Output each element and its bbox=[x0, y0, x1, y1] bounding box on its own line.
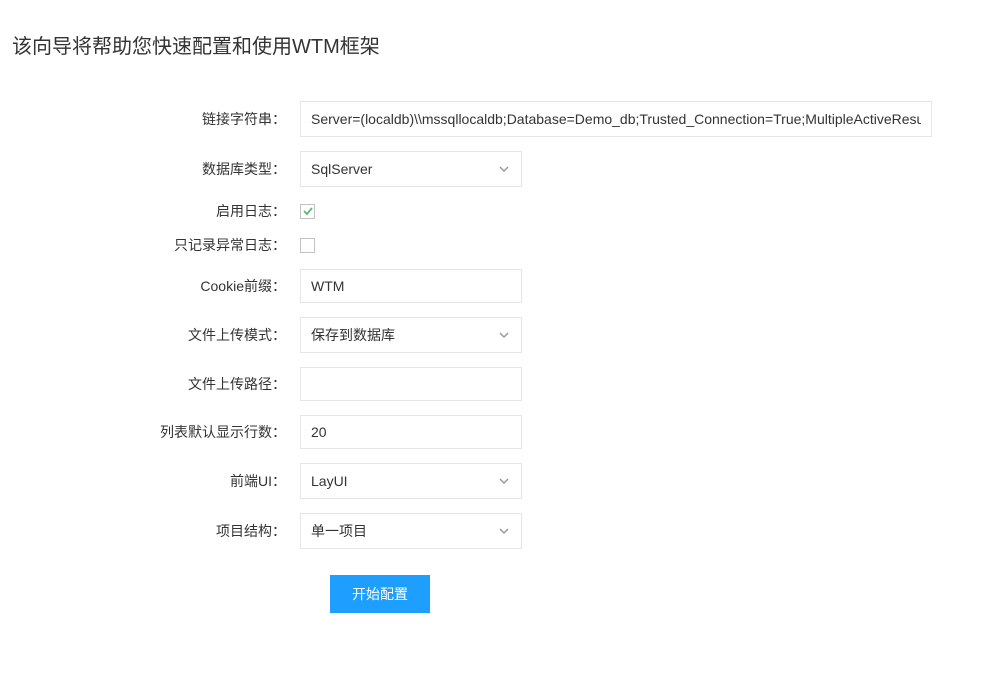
select-project-structure-value: 单一项目 bbox=[311, 521, 367, 541]
select-upload-mode-value: 保存到数据库 bbox=[311, 325, 395, 345]
row-page-rows: 列表默认显示行数： bbox=[0, 415, 1000, 449]
select-db-type[interactable]: SqlServer bbox=[300, 151, 522, 187]
input-cookie-prefix[interactable] bbox=[300, 269, 522, 303]
label-page-rows: 列表默认显示行数： bbox=[0, 422, 300, 442]
chevron-down-icon bbox=[497, 474, 511, 488]
label-db-type: 数据库类型： bbox=[0, 159, 300, 179]
label-project-structure: 项目结构： bbox=[0, 521, 300, 541]
page-title: 该向导将帮助您快速配置和使用WTM框架 bbox=[0, 0, 1000, 59]
row-db-type: 数据库类型： SqlServer bbox=[0, 151, 1000, 187]
row-submit: 开始配置 bbox=[0, 575, 1000, 613]
chevron-down-icon bbox=[497, 162, 511, 176]
row-frontend-ui: 前端UI： LayUI bbox=[0, 463, 1000, 499]
label-upload-mode: 文件上传模式： bbox=[0, 325, 300, 345]
row-cookie-prefix: Cookie前缀： bbox=[0, 269, 1000, 303]
input-upload-path[interactable] bbox=[300, 367, 522, 401]
select-project-structure[interactable]: 单一项目 bbox=[300, 513, 522, 549]
label-frontend-ui: 前端UI： bbox=[0, 471, 300, 491]
submit-button[interactable]: 开始配置 bbox=[330, 575, 430, 613]
chevron-down-icon bbox=[497, 328, 511, 342]
label-cookie-prefix: Cookie前缀： bbox=[0, 276, 300, 296]
select-frontend-ui-value: LayUI bbox=[311, 473, 348, 489]
input-page-rows[interactable] bbox=[300, 415, 522, 449]
label-only-exception: 只记录异常日志： bbox=[0, 235, 300, 255]
chevron-down-icon bbox=[497, 524, 511, 538]
label-upload-path: 文件上传路径： bbox=[0, 374, 300, 394]
label-connection-string: 链接字符串： bbox=[0, 109, 300, 129]
row-connection-string: 链接字符串： bbox=[0, 101, 1000, 137]
select-frontend-ui[interactable]: LayUI bbox=[300, 463, 522, 499]
select-upload-mode[interactable]: 保存到数据库 bbox=[300, 317, 522, 353]
input-connection-string[interactable] bbox=[300, 101, 932, 137]
row-upload-path: 文件上传路径： bbox=[0, 367, 1000, 401]
checkbox-only-exception[interactable] bbox=[300, 238, 315, 253]
checkbox-enable-log[interactable] bbox=[300, 204, 315, 219]
row-enable-log: 启用日志： bbox=[0, 201, 1000, 221]
row-only-exception: 只记录异常日志： bbox=[0, 235, 1000, 255]
label-enable-log: 启用日志： bbox=[0, 201, 300, 221]
row-upload-mode: 文件上传模式： 保存到数据库 bbox=[0, 317, 1000, 353]
select-db-type-value: SqlServer bbox=[311, 161, 372, 177]
config-form: 链接字符串： 数据库类型： SqlServer 启用日志： 只记录异常日志： bbox=[0, 101, 1000, 613]
row-project-structure: 项目结构： 单一项目 bbox=[0, 513, 1000, 549]
